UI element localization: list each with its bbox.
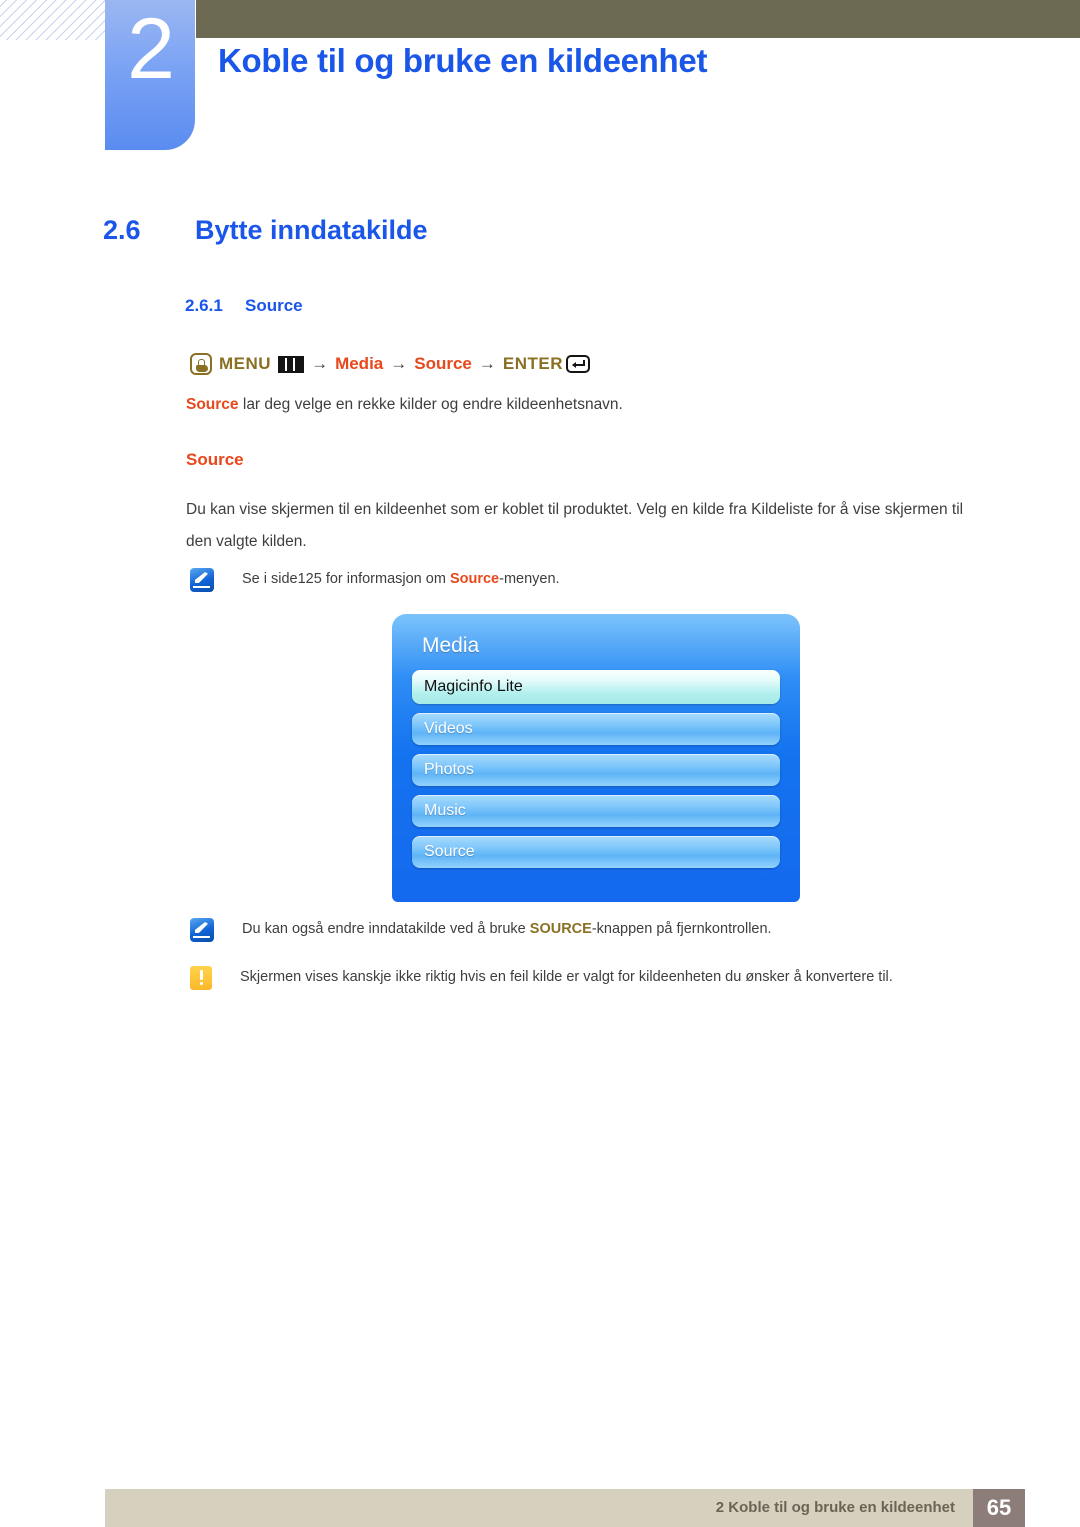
chapter-number: 2 <box>127 1 175 97</box>
note-keyword: SOURCE <box>529 921 592 937</box>
arrow-icon-2: → <box>390 354 408 373</box>
chapter-title: Koble til og bruke en kildeenhet <box>218 42 708 79</box>
body-paragraph: Du kan vise skjermen til en kildeenhet s… <box>186 501 964 550</box>
osd-item-music[interactable]: Music <box>412 795 780 827</box>
enter-key-icon <box>566 355 591 373</box>
arrow-icon-3: → <box>478 354 496 373</box>
note-text: Du kan også endre inndatakilde ved å bru… <box>242 918 772 940</box>
section-number: 2.6 <box>103 215 141 245</box>
lead-rest: lar deg velge en rekke kilder og endre k… <box>238 396 623 413</box>
osd-item-label: Videos <box>424 720 473 737</box>
menu-navigation-path: MENU → Media → Source → ENTER <box>190 351 597 377</box>
lead-sentence: Source lar deg velge en rekke kilder og … <box>186 396 623 414</box>
note-text-before: Du kan også endre inndatakilde ved å bru… <box>242 921 530 937</box>
arrow-icon-1: → <box>311 354 329 373</box>
subsection-title: Source <box>245 296 303 315</box>
osd-item-label: Magicinfo Lite <box>424 678 523 695</box>
menu-path-source: Source <box>414 354 472 373</box>
note-text-after: -menyen. <box>499 571 560 587</box>
osd-item-photos[interactable]: Photos <box>412 754 780 786</box>
sub-heading-source: Source <box>186 450 244 469</box>
osd-item-label: Source <box>424 843 475 860</box>
note-row-reference: Se i side125 for informasjon om Source-m… <box>190 568 560 592</box>
note-text: Se i side125 for informasjon om Source-m… <box>242 568 560 590</box>
note-text-before: Se i side125 for informasjon om <box>242 571 450 587</box>
note-text-after: -knappen på fjernkontrollen. <box>591 921 772 937</box>
section-heading-2-6: 2.6 Bytte inndatakilde <box>103 215 428 246</box>
osd-item-videos[interactable]: Videos <box>412 713 780 745</box>
header-khaki-bar <box>196 0 1080 38</box>
footer-bar: 2 Koble til og bruke en kildeenhet <box>105 1489 973 1527</box>
note-keyword: Source <box>449 571 500 587</box>
note-text: Skjermen vises kanskje ikke riktig hvis … <box>240 969 893 985</box>
note-row-remote: Du kan også endre inndatakilde ved å bru… <box>190 918 772 942</box>
menu-grid-icon <box>278 355 305 373</box>
subsection-number: 2.6.1 <box>185 296 223 315</box>
osd-item-label: Photos <box>424 761 474 778</box>
enter-label: ENTER <box>502 354 564 373</box>
hand-touch-icon <box>190 353 212 375</box>
hatch-decoration <box>0 0 106 40</box>
osd-item-label: Music <box>424 802 466 819</box>
caution-icon <box>190 966 212 990</box>
menu-path-media: Media <box>335 354 384 373</box>
osd-item-source[interactable]: Source <box>412 836 780 868</box>
note-pen-icon <box>190 918 214 942</box>
media-osd-panel: Media Magicinfo Lite Videos Photos Music… <box>392 614 800 902</box>
osd-item-magicinfo-lite[interactable]: Magicinfo Lite <box>412 670 780 704</box>
section-heading-2-6-1: 2.6.1 Source <box>185 296 303 316</box>
footer-chapter-label: 2 Koble til og bruke en kildeenhet <box>715 1499 955 1516</box>
osd-title: Media <box>422 634 480 657</box>
menu-label: MENU <box>219 354 272 373</box>
note-pen-icon <box>190 568 214 592</box>
footer-page-number: 65 <box>973 1489 1025 1527</box>
lead-keyword: Source <box>186 396 239 413</box>
section-title: Bytte inndatakilde <box>195 215 428 245</box>
note-row-caution: Skjermen vises kanskje ikke riktig hvis … <box>190 966 893 990</box>
chapter-number-tab: 2 <box>105 0 195 150</box>
